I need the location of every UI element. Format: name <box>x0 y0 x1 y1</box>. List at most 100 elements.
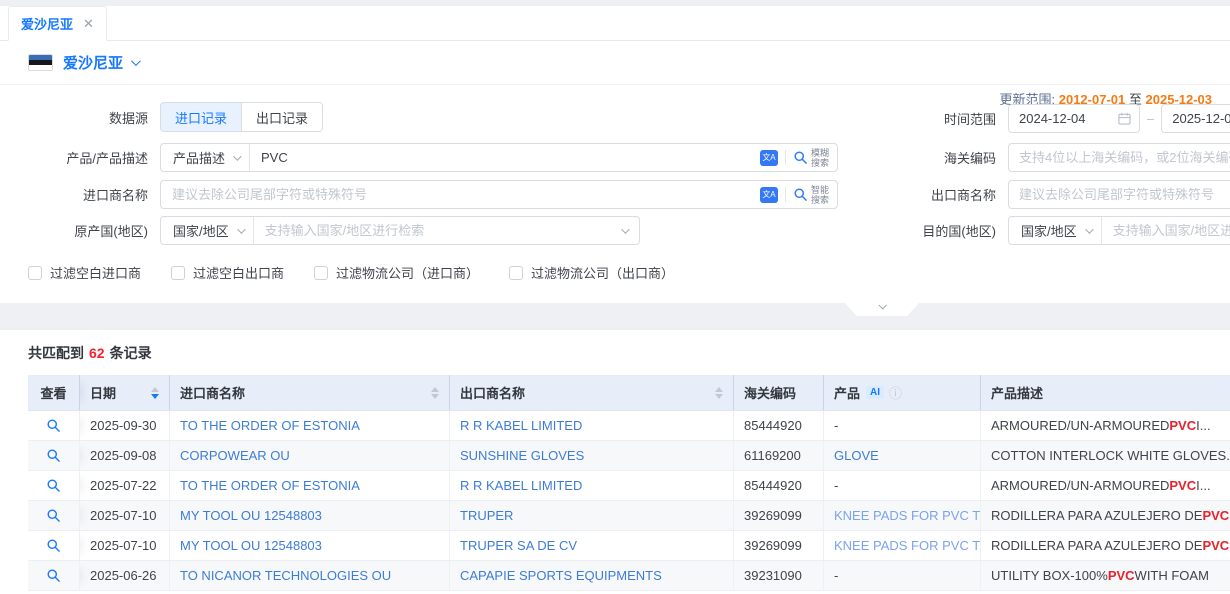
hs-code-row: 海关编码 <box>868 143 1230 172</box>
translate-icon[interactable]: 文A <box>760 150 778 166</box>
fuzzy-search-button[interactable]: 模糊 搜索 <box>793 148 829 168</box>
product-type-select[interactable]: 产品描述 <box>161 144 250 171</box>
header-importer[interactable]: 进口商名称 <box>170 375 450 410</box>
exporter-search-input[interactable] <box>1008 180 1230 209</box>
view-record-button[interactable] <box>46 568 61 583</box>
cell-product-desc: RODILLERA PARA AZULEJERO DE PVC <box>981 501 1230 530</box>
product-link[interactable]: KNEE PADS FOR PVC T... <box>834 538 981 553</box>
ai-badge: AI <box>866 386 884 399</box>
view-record-button[interactable] <box>46 448 61 463</box>
desc-text: I... <box>1196 418 1210 433</box>
header-view: 查看 <box>28 375 80 410</box>
date-from-input[interactable]: 2024-12-04 <box>1008 104 1140 133</box>
importer-input-group: 文A 智能 搜索 <box>160 180 838 209</box>
origin-input-group: 国家/地区 <box>160 216 640 245</box>
cell-hs-code: 85444920 <box>734 411 824 440</box>
divider <box>785 150 786 165</box>
origin-country-input[interactable] <box>254 217 621 244</box>
importer-suffix: 文A 智能 搜索 <box>756 185 837 205</box>
close-icon[interactable]: ✕ <box>83 17 94 30</box>
country-header: 爱沙尼亚 <box>0 41 1230 85</box>
desc-text: ARMOURED/UN-ARMOURED <box>991 418 1169 433</box>
checkbox-filter-logistics-exporter[interactable]: 过滤物流公司（出口商） <box>509 263 674 282</box>
checkbox-icon[interactable] <box>171 266 185 280</box>
hs-code-input[interactable] <box>1008 143 1230 172</box>
translate-icon[interactable]: 文A <box>760 187 778 203</box>
calendar-icon <box>1118 112 1131 125</box>
checkbox-filter-blank-exporter[interactable]: 过滤空白出口商 <box>171 263 284 282</box>
chevron-down-icon <box>237 225 245 233</box>
exporter-link[interactable]: TRUPER <box>460 508 513 523</box>
header-product: 产品 AI ⓘ <box>824 375 981 410</box>
cell-date: 2025-07-10 <box>80 531 170 560</box>
checkbox-icon[interactable] <box>314 266 328 280</box>
panel-gap <box>0 303 1230 330</box>
sort-icons-exporter[interactable] <box>715 387 723 399</box>
destination-label: 目的国(地区) <box>868 221 996 240</box>
checkbox-label: 过滤物流公司（出口商） <box>531 263 674 282</box>
desc-text: ARMOURED/UN-ARMOURED <box>991 478 1169 493</box>
cell-hs-code: 61169200 <box>734 441 824 470</box>
fuzzy-search-line1: 模糊 <box>811 148 829 158</box>
product-link[interactable]: GLOVE <box>834 448 879 463</box>
checkbox-icon[interactable] <box>509 266 523 280</box>
cell-product: - <box>824 411 981 440</box>
date-from-value: 2024-12-04 <box>1019 111 1118 126</box>
importer-link[interactable]: CORPOWEAR OU <box>180 448 290 463</box>
importer-link[interactable]: MY TOOL OU 12548803 <box>180 538 322 553</box>
tab-export-records[interactable]: 出口记录 <box>241 103 322 131</box>
exporter-link[interactable]: R R KABEL LIMITED <box>460 478 582 493</box>
checkbox-filter-blank-importer[interactable]: 过滤空白进口商 <box>28 263 141 282</box>
chevron-down-icon[interactable] <box>621 225 629 233</box>
info-icon[interactable]: ⓘ <box>889 383 902 402</box>
date-to-input[interactable]: 2025-12-03 <box>1161 104 1230 133</box>
header-date[interactable]: 日期 <box>80 375 170 410</box>
destination-country-input[interactable] <box>1102 217 1230 244</box>
cell-product-desc: COTTON INTERLOCK WHITE GLOVES... <box>981 441 1230 470</box>
desc-text: I... <box>1196 478 1210 493</box>
tab-estonia[interactable]: 爱沙尼亚 ✕ <box>8 6 107 41</box>
trade-data-page: 爱沙尼亚 ✕ 爱沙尼亚 更新范围: 2012-07-01 至 2025-12-0… <box>0 0 1230 594</box>
header-exporter[interactable]: 出口商名称 <box>450 375 734 410</box>
checkbox-label: 过滤空白进口商 <box>50 263 141 282</box>
chevron-down-icon[interactable] <box>131 56 141 66</box>
importer-link[interactable]: MY TOOL OU 12548803 <box>180 508 322 523</box>
exporter-link[interactable]: CAPAPIE SPORTS EQUIPMENTS <box>460 568 662 583</box>
tab-bar: 爱沙尼亚 ✕ <box>0 6 1230 41</box>
results-summary: 共匹配到62条记录 <box>28 343 152 363</box>
cell-date: 2025-09-30 <box>80 411 170 440</box>
destination-type-select[interactable]: 国家/地区 <box>1009 217 1102 244</box>
smart-search-button[interactable]: 智能 搜索 <box>793 185 829 205</box>
sort-icons-importer[interactable] <box>431 387 439 399</box>
magnifier-icon <box>46 418 61 433</box>
checkbox-icon[interactable] <box>28 266 42 280</box>
importer-link[interactable]: TO NICANOR TECHNOLOGIES OU <box>180 568 391 583</box>
desc-highlight: PVC <box>1108 568 1135 583</box>
checkbox-filter-logistics-importer[interactable]: 过滤物流公司（进口商） <box>314 263 479 282</box>
view-record-button[interactable] <box>46 478 61 493</box>
exporter-link[interactable]: R R KABEL LIMITED <box>460 418 582 433</box>
desc-text: COTTON INTERLOCK WHITE GLOVES... <box>991 448 1230 463</box>
view-record-button[interactable] <box>46 508 61 523</box>
origin-type-select[interactable]: 国家/地区 <box>161 217 254 244</box>
country-name[interactable]: 爱沙尼亚 <box>63 52 123 73</box>
results-table: 查看 日期 进口商名称 出口商名称 海关编码 产品 AI ⓘ <box>28 375 1230 591</box>
cell-hs-code: 39269099 <box>734 531 824 560</box>
chevron-down-icon <box>1085 225 1093 233</box>
exporter-label: 出口商名称 <box>868 185 996 204</box>
results-panel: 共匹配到62条记录 查看 日期 进口商名称 出口商名称 海关编码 <box>0 330 1230 594</box>
exporter-link[interactable]: SUNSHINE GLOVES <box>460 448 584 463</box>
tab-import-records[interactable]: 进口记录 <box>161 103 242 131</box>
importer-link[interactable]: TO THE ORDER OF ESTONIA <box>180 478 360 493</box>
view-record-button[interactable] <box>46 538 61 553</box>
sort-icons-date[interactable] <box>151 387 159 399</box>
view-record-button[interactable] <box>46 418 61 433</box>
date-separator: – <box>1147 111 1154 126</box>
importer-link[interactable]: TO THE ORDER OF ESTONIA <box>180 418 360 433</box>
product-link[interactable]: KNEE PADS FOR PVC T... <box>834 508 981 523</box>
product-search-input[interactable] <box>250 144 756 171</box>
cell-product-desc: ARMOURED/UN-ARMOURED PVC I... <box>981 411 1230 440</box>
collapse-filters-button[interactable] <box>845 303 919 316</box>
importer-search-input[interactable] <box>161 181 756 208</box>
exporter-link[interactable]: TRUPER SA DE CV <box>460 538 577 553</box>
